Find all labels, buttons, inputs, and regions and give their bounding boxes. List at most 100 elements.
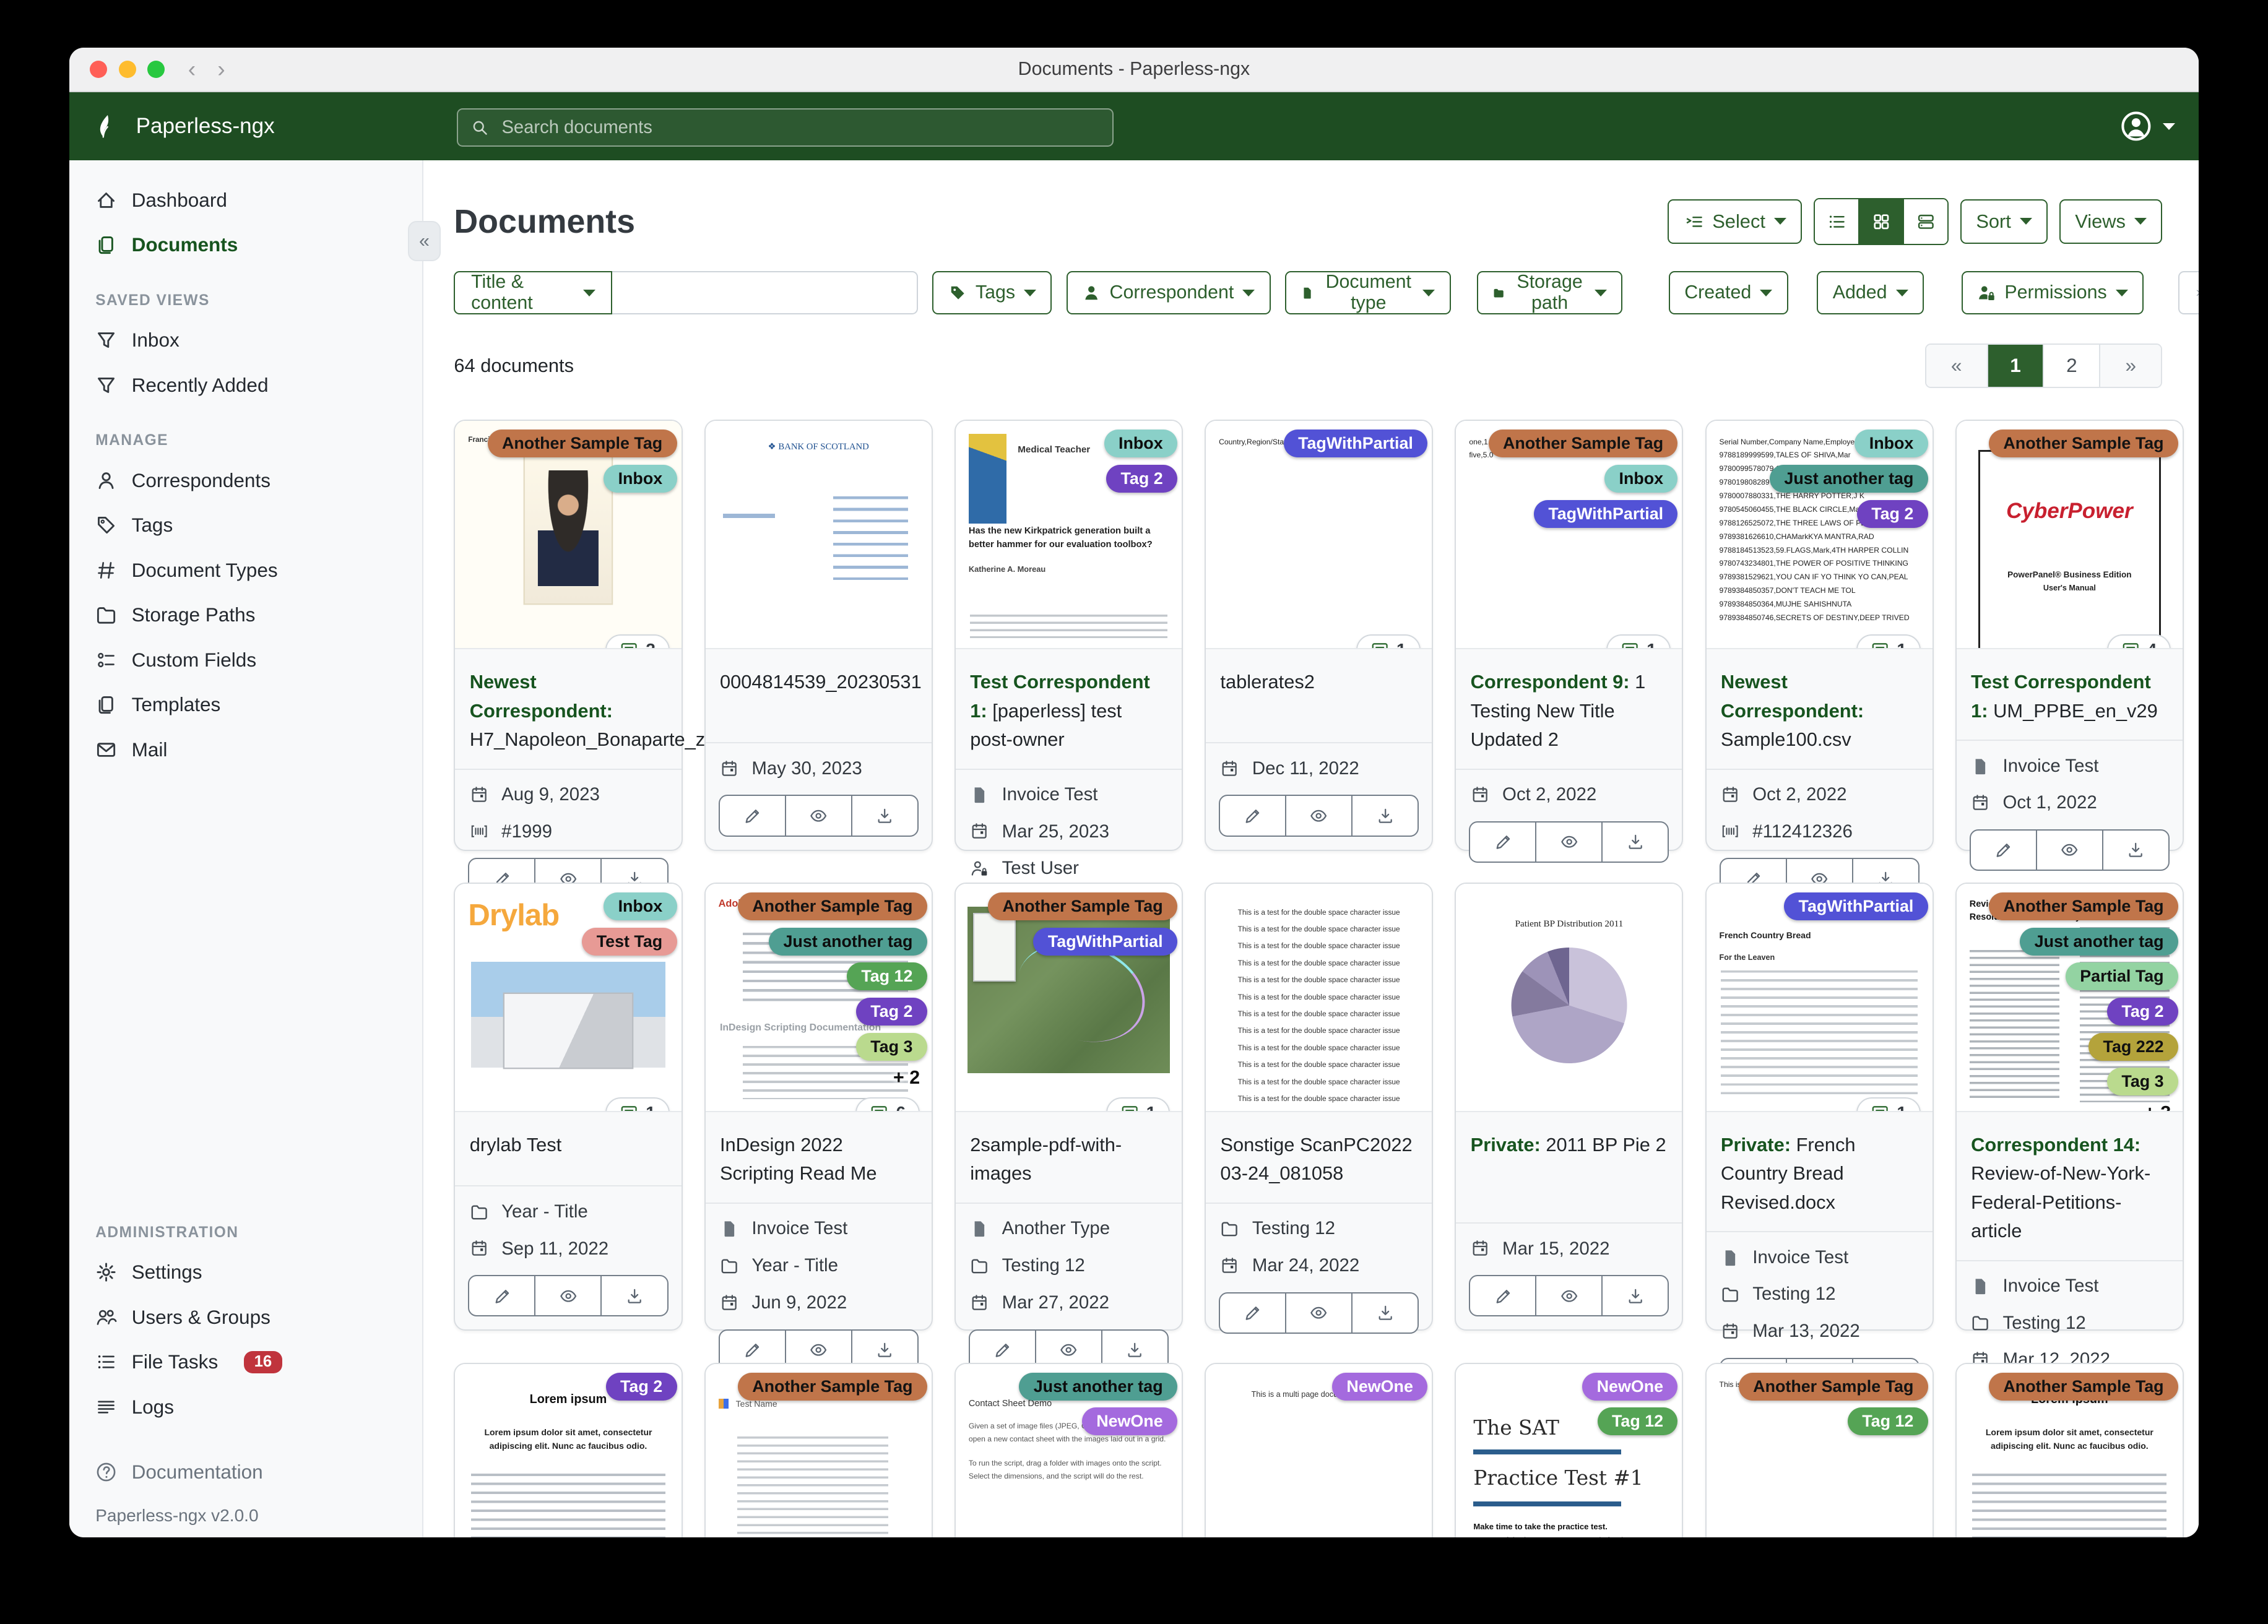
reset-filters-button[interactable]: Reset filters xyxy=(2178,271,2199,315)
sidebar-item-file-tasks[interactable]: File Tasks 16 xyxy=(69,1340,422,1384)
tag-pill[interactable]: Inbox xyxy=(604,892,677,920)
tag-pill[interactable]: Just another tag xyxy=(1770,464,1928,493)
storage-path[interactable]: Testing 12 xyxy=(1721,1284,1918,1305)
tag-pill[interactable]: NewOne xyxy=(1332,1372,1428,1401)
document-card[interactable]: CyberPower PowerPanel® Business Edition Us… xyxy=(1955,420,2184,871)
document-title[interactable]: tablerates2 xyxy=(1206,649,1432,711)
tag-pill[interactable]: Tag 12 xyxy=(846,962,927,991)
notes-badge[interactable]: 6 xyxy=(855,1097,920,1111)
tag-pill[interactable]: Tag 2 xyxy=(1856,499,1928,528)
document-thumbnail[interactable]: Contact Sheet Demo Given a set of image f… xyxy=(955,1363,1182,1537)
document-card[interactable]: This is a multi page document. Page 1. Ne… xyxy=(1205,1362,1434,1537)
document-type[interactable]: Invoice Test xyxy=(1721,1247,1918,1268)
user-menu[interactable] xyxy=(2119,110,2176,143)
page-1-button[interactable]: 1 xyxy=(1986,345,2043,387)
tag-pill[interactable]: Inbox xyxy=(604,464,677,493)
download-document-button[interactable] xyxy=(600,1276,667,1316)
filter-storage-path-button[interactable]: Storage path xyxy=(1476,271,1623,315)
archive-serial-number[interactable]: #112412326 xyxy=(1721,821,1918,842)
document-thumbnail[interactable]: This is a test for the double space char… xyxy=(1206,883,1432,1112)
edit-document-button[interactable] xyxy=(469,1276,534,1315)
edit-document-button[interactable] xyxy=(1470,1276,1535,1315)
created-date[interactable]: Mar 24, 2022 xyxy=(1220,1255,1417,1276)
notes-badge[interactable]: 1 xyxy=(1606,634,1671,649)
document-title[interactable]: Correspondent 14: Review-of-New-York-Fed… xyxy=(1957,1112,2183,1260)
notes-badge[interactable]: 1 xyxy=(1356,634,1421,649)
tag-pill[interactable]: Tag 12 xyxy=(1597,1407,1678,1436)
preview-document-button[interactable] xyxy=(2035,831,2102,870)
download-document-button[interactable] xyxy=(1601,822,1668,862)
document-card[interactable]: French Country Bread For the Leaven TagWit… xyxy=(1705,882,1934,1399)
document-title[interactable]: Private: French Country Bread Revised.do… xyxy=(1707,1112,1933,1232)
download-document-button[interactable] xyxy=(1351,796,1418,836)
document-thumbnail[interactable]: Francja pod rAnother Sample TagInbox2 xyxy=(455,421,682,650)
document-thumbnail[interactable]: Adobe InDesign Scripting Documentation Ano… xyxy=(705,883,932,1112)
download-document-button[interactable] xyxy=(850,796,917,836)
tag-pill[interactable]: TagWithPartial xyxy=(1533,499,1678,528)
document-type[interactable]: Invoice Test xyxy=(1971,756,2168,777)
search-field-selector[interactable]: Title & content xyxy=(454,271,613,315)
tag-pill[interactable]: Just another tag xyxy=(1019,1372,1178,1401)
created-date[interactable]: Sep 11, 2022 xyxy=(470,1238,667,1259)
grid-view-button[interactable] xyxy=(1858,199,1903,244)
notes-badge[interactable]: 1 xyxy=(605,1097,670,1111)
document-title[interactable]: Sonstige ScanPC2022 03-24_081058 xyxy=(1206,1112,1432,1203)
document-title[interactable]: Test Correspondent 1: UM_PPBE_en_v29 xyxy=(1957,649,2183,740)
notes-badge[interactable]: 1 xyxy=(1856,634,1921,649)
edit-document-button[interactable] xyxy=(1220,796,1285,835)
document-thumbnail[interactable]: Serial Number,Company Name,Employe 97881… xyxy=(1706,421,1933,650)
document-thumbnail[interactable]: Review of Arbitral Awards Shows Swift Re… xyxy=(1956,883,2183,1112)
sidebar-item-custom-fields[interactable]: Custom Fields xyxy=(69,637,422,682)
preview-document-button[interactable] xyxy=(534,1276,600,1316)
tag-pill[interactable]: Partial Tag xyxy=(2065,962,2178,991)
filter-added-button[interactable]: Added xyxy=(1817,271,1924,315)
sidebar-item-templates[interactable]: Templates xyxy=(69,682,422,727)
sidebar-item-storage-paths[interactable]: Storage Paths xyxy=(69,593,422,637)
document-card[interactable]: Review of Arbitral Awards Shows Swift Re… xyxy=(1955,882,2184,1428)
document-thumbnail[interactable]: Another Sample Tag TagWithPartial 1 xyxy=(955,883,1182,1112)
notes-badge[interactable]: 4 xyxy=(2106,634,2171,649)
sidebar-item-dashboard[interactable]: Dashboard xyxy=(69,178,422,222)
sort-button[interactable]: Sort xyxy=(1960,199,2048,244)
document-type[interactable]: Invoice Test xyxy=(720,1218,917,1239)
preview-document-button[interactable] xyxy=(784,796,851,836)
created-date[interactable]: Mar 27, 2022 xyxy=(970,1292,1167,1313)
document-title[interactable]: 2sample-pdf-with-images xyxy=(956,1112,1182,1203)
document-title[interactable]: Correspondent 9: 1 Testing New Title Upd… xyxy=(1456,649,1682,769)
document-card[interactable]: Serial Number,Company Name,Employe 97881… xyxy=(1705,420,1934,900)
sidebar-item-document-types[interactable]: Document Types xyxy=(69,548,422,592)
tag-pill[interactable]: Another Sample Tag xyxy=(1989,892,2178,920)
document-card[interactable]: Contact Sheet Demo Given a set of image f… xyxy=(954,1362,1184,1537)
storage-path[interactable]: Testing 12 xyxy=(970,1255,1167,1276)
filter-permissions-button[interactable]: Permissions xyxy=(1961,271,2144,315)
tag-pill[interactable]: Tag 3 xyxy=(855,1032,927,1061)
document-thumbnail[interactable]: DrylabInboxTest Tag1 xyxy=(455,883,682,1112)
views-button[interactable]: Views xyxy=(2059,199,2163,244)
tag-pill[interactable]: Another Sample Tag xyxy=(1738,1372,1928,1401)
storage-path[interactable]: Testing 12 xyxy=(1971,1313,2168,1334)
notes-badge[interactable]: 2 xyxy=(605,634,670,649)
notes-badge[interactable]: 1 xyxy=(1856,1097,1921,1111)
tag-pill[interactable]: Tag 2 xyxy=(2107,997,2178,1026)
created-date[interactable]: Mar 25, 2023 xyxy=(970,821,1167,842)
document-thumbnail[interactable]: Lorem ipsumLorem ipsum dolor sit amet, c… xyxy=(1956,1363,2183,1537)
document-thumbnail[interactable]: Medical Teacher Has the new Kirkpatrick g… xyxy=(955,421,1182,650)
edit-document-button[interactable] xyxy=(720,796,785,835)
document-card[interactable]: Francja pod rAnother Sample TagInbox2New… xyxy=(454,420,763,900)
tag-pill[interactable]: Another Sample Tag xyxy=(737,1372,927,1401)
download-document-button[interactable] xyxy=(1351,1293,1418,1332)
tag-pill[interactable]: Another Sample Tag xyxy=(737,892,927,920)
document-card[interactable]: Another Sample Tag TagWithPartial 1 2sample… xyxy=(954,882,1184,1371)
tag-pill[interactable]: Tag 222 xyxy=(2088,1032,2178,1061)
tag-pill[interactable]: NewOne xyxy=(1081,1407,1178,1436)
document-title[interactable]: Private: 2011 BP Pie 2 xyxy=(1456,1112,1682,1174)
tag-pill[interactable]: Just another tag xyxy=(769,927,927,956)
document-thumbnail[interactable]: This is a multi page document. Page 1. Ne… xyxy=(1206,1363,1432,1537)
edit-document-button[interactable] xyxy=(1470,823,1535,862)
created-date[interactable]: Oct 2, 2022 xyxy=(1471,784,1668,805)
document-thumbnail[interactable]: ❖ BANK OF SCOTLAND xyxy=(705,421,932,650)
preview-document-button[interactable] xyxy=(1535,822,1601,862)
document-title[interactable]: 0004814539_20230531 xyxy=(706,649,932,711)
filter-document-type-button[interactable]: Document type xyxy=(1285,271,1451,315)
created-date[interactable]: Aug 9, 2023 xyxy=(470,784,667,805)
